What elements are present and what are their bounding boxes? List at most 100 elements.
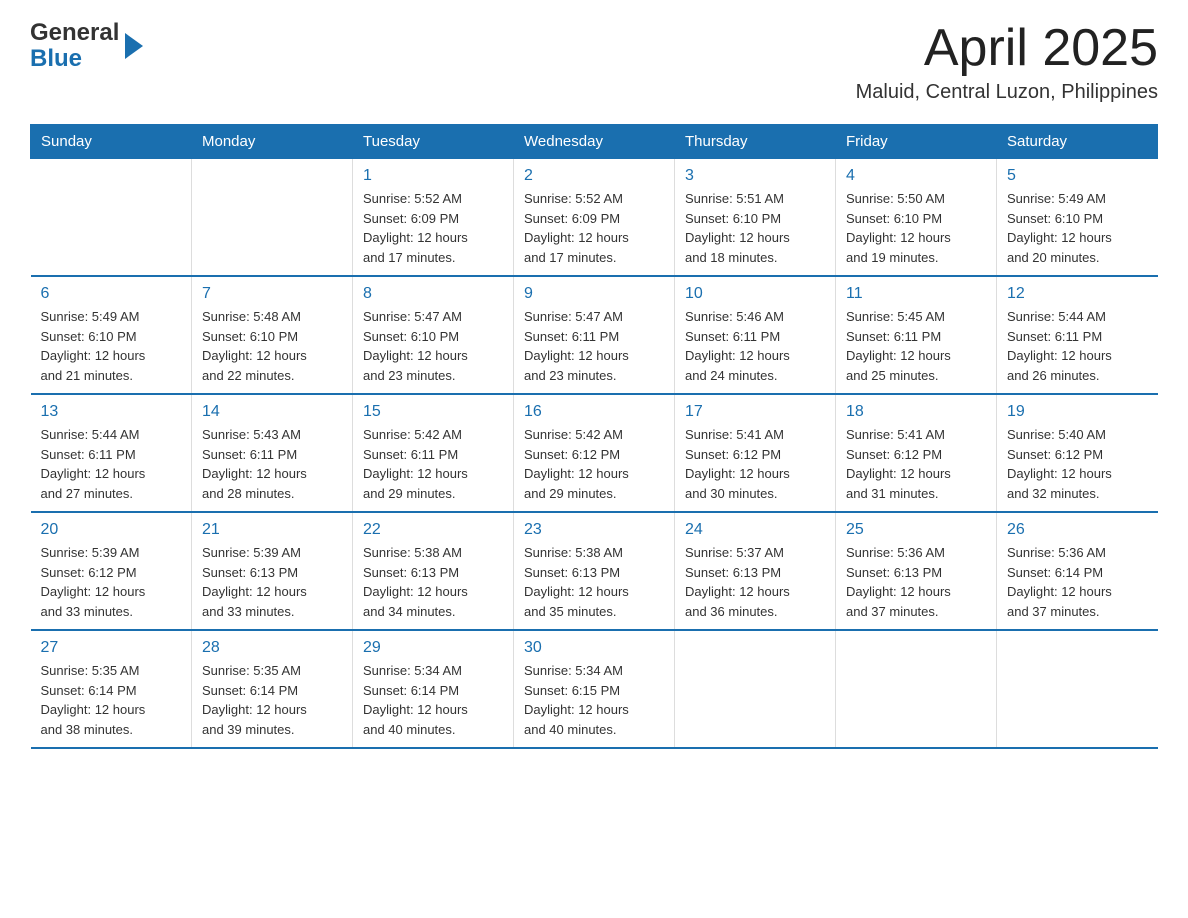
day-info: Sunrise: 5:49 AM Sunset: 6:10 PM Dayligh… xyxy=(1007,189,1148,267)
day-info: Sunrise: 5:39 AM Sunset: 6:13 PM Dayligh… xyxy=(202,543,342,621)
calendar-cell: 26Sunrise: 5:36 AM Sunset: 6:14 PM Dayli… xyxy=(997,512,1158,630)
calendar-cell: 1Sunrise: 5:52 AM Sunset: 6:09 PM Daylig… xyxy=(353,159,514,277)
day-info: Sunrise: 5:47 AM Sunset: 6:10 PM Dayligh… xyxy=(363,307,503,385)
day-number: 25 xyxy=(846,521,986,539)
calendar-cell xyxy=(997,630,1158,748)
day-info: Sunrise: 5:38 AM Sunset: 6:13 PM Dayligh… xyxy=(524,543,664,621)
day-of-week-thursday: Thursday xyxy=(675,125,836,159)
logo: General Blue xyxy=(30,20,143,73)
calendar-week-1: 1Sunrise: 5:52 AM Sunset: 6:09 PM Daylig… xyxy=(31,159,1158,277)
calendar-cell: 9 Sunrise: 5:47 AM Sunset: 6:11 PM Daylig… xyxy=(514,276,675,394)
day-of-week-tuesday: Tuesday xyxy=(353,125,514,159)
day-number: 21 xyxy=(202,521,342,539)
day-number: 19 xyxy=(1007,403,1148,421)
calendar-cell: 8 Sunrise: 5:47 AM Sunset: 6:10 PM Daylig… xyxy=(353,276,514,394)
day-info: Sunrise: 5:46 AM Sunset: 6:11 PM Dayligh… xyxy=(685,307,825,385)
day-of-week-saturday: Saturday xyxy=(997,125,1158,159)
calendar-cell: 5 Sunrise: 5:49 AM Sunset: 6:10 PM Daylig… xyxy=(997,159,1158,277)
calendar-cell: 18 Sunrise: 5:41 AM Sunset: 6:12 PM Dayli… xyxy=(836,394,997,512)
calendar-cell xyxy=(31,159,192,277)
day-number: 12 xyxy=(1007,285,1148,303)
day-info: Sunrise: 5:38 AM Sunset: 6:13 PM Dayligh… xyxy=(363,543,503,621)
day-info: Sunrise: 5:52 AM Sunset: 6:09 PM Dayligh… xyxy=(524,189,664,267)
calendar-cell: 19 Sunrise: 5:40 AM Sunset: 6:12 PM Dayli… xyxy=(997,394,1158,512)
days-of-week-row: SundayMondayTuesdayWednesdayThursdayFrid… xyxy=(31,125,1158,159)
calendar-table: SundayMondayTuesdayWednesdayThursdayFrid… xyxy=(30,124,1158,749)
day-number: 3 xyxy=(685,167,825,185)
calendar-cell: 12 Sunrise: 5:44 AM Sunset: 6:11 PM Dayli… xyxy=(997,276,1158,394)
day-number: 29 xyxy=(363,639,503,657)
calendar-subtitle: Maluid, Central Luzon, Philippines xyxy=(856,81,1158,104)
calendar-cell: 3 Sunrise: 5:51 AM Sunset: 6:10 PM Daylig… xyxy=(675,159,836,277)
day-info: Sunrise: 5:41 AM Sunset: 6:12 PM Dayligh… xyxy=(685,425,825,503)
calendar-cell: 21 Sunrise: 5:39 AM Sunset: 6:13 PM Dayli… xyxy=(192,512,353,630)
calendar-title: April 2025 xyxy=(856,20,1158,77)
calendar-cell: 29 Sunrise: 5:34 AM Sunset: 6:14 PM Dayli… xyxy=(353,630,514,748)
day-info: Sunrise: 5:49 AM Sunset: 6:10 PM Dayligh… xyxy=(41,307,182,385)
calendar-week-5: 27Sunrise: 5:35 AM Sunset: 6:14 PM Dayli… xyxy=(31,630,1158,748)
calendar-cell: 30 Sunrise: 5:34 AM Sunset: 6:15 PM Dayli… xyxy=(514,630,675,748)
day-info: Sunrise: 5:36 AM Sunset: 6:14 PM Dayligh… xyxy=(1007,543,1148,621)
day-number: 17 xyxy=(685,403,825,421)
day-info: Sunrise: 5:34 AM Sunset: 6:14 PM Dayligh… xyxy=(363,661,503,739)
calendar-cell: 15 Sunrise: 5:42 AM Sunset: 6:11 PM Dayli… xyxy=(353,394,514,512)
day-info: Sunrise: 5:44 AM Sunset: 6:11 PM Dayligh… xyxy=(1007,307,1148,385)
calendar-week-2: 6 Sunrise: 5:49 AM Sunset: 6:10 PM Daylig… xyxy=(31,276,1158,394)
day-info: Sunrise: 5:51 AM Sunset: 6:10 PM Dayligh… xyxy=(685,189,825,267)
day-info: Sunrise: 5:41 AM Sunset: 6:12 PM Dayligh… xyxy=(846,425,986,503)
day-number: 6 xyxy=(41,285,182,303)
day-number: 2 xyxy=(524,167,664,185)
day-of-week-sunday: Sunday xyxy=(31,125,192,159)
calendar-cell: 14Sunrise: 5:43 AM Sunset: 6:11 PM Dayli… xyxy=(192,394,353,512)
logo-triangle-icon xyxy=(125,33,143,64)
day-number: 18 xyxy=(846,403,986,421)
day-info: Sunrise: 5:40 AM Sunset: 6:12 PM Dayligh… xyxy=(1007,425,1148,503)
day-number: 16 xyxy=(524,403,664,421)
day-number: 10 xyxy=(685,285,825,303)
day-info: Sunrise: 5:39 AM Sunset: 6:12 PM Dayligh… xyxy=(41,543,182,621)
day-info: Sunrise: 5:42 AM Sunset: 6:11 PM Dayligh… xyxy=(363,425,503,503)
day-number: 23 xyxy=(524,521,664,539)
day-info: Sunrise: 5:42 AM Sunset: 6:12 PM Dayligh… xyxy=(524,425,664,503)
day-number: 7 xyxy=(202,285,342,303)
calendar-week-4: 20Sunrise: 5:39 AM Sunset: 6:12 PM Dayli… xyxy=(31,512,1158,630)
day-number: 5 xyxy=(1007,167,1148,185)
title-block: April 2025 Maluid, Central Luzon, Philip… xyxy=(856,20,1158,104)
day-number: 8 xyxy=(363,285,503,303)
calendar-cell: 23 Sunrise: 5:38 AM Sunset: 6:13 PM Dayli… xyxy=(514,512,675,630)
calendar-cell: 13 Sunrise: 5:44 AM Sunset: 6:11 PM Dayli… xyxy=(31,394,192,512)
calendar-cell: 11 Sunrise: 5:45 AM Sunset: 6:11 PM Dayli… xyxy=(836,276,997,394)
calendar-cell: 24Sunrise: 5:37 AM Sunset: 6:13 PM Dayli… xyxy=(675,512,836,630)
calendar-cell: 22 Sunrise: 5:38 AM Sunset: 6:13 PM Dayli… xyxy=(353,512,514,630)
day-info: Sunrise: 5:34 AM Sunset: 6:15 PM Dayligh… xyxy=(524,661,664,739)
day-info: Sunrise: 5:44 AM Sunset: 6:11 PM Dayligh… xyxy=(41,425,182,503)
day-number: 30 xyxy=(524,639,664,657)
day-info: Sunrise: 5:45 AM Sunset: 6:11 PM Dayligh… xyxy=(846,307,986,385)
page-header: General Blue April 2025 Maluid, Central … xyxy=(30,20,1158,104)
day-of-week-wednesday: Wednesday xyxy=(514,125,675,159)
day-info: Sunrise: 5:47 AM Sunset: 6:11 PM Dayligh… xyxy=(524,307,664,385)
day-info: Sunrise: 5:50 AM Sunset: 6:10 PM Dayligh… xyxy=(846,189,986,267)
day-info: Sunrise: 5:35 AM Sunset: 6:14 PM Dayligh… xyxy=(202,661,342,739)
day-number: 24 xyxy=(685,521,825,539)
calendar-cell xyxy=(192,159,353,277)
calendar-cell: 17 Sunrise: 5:41 AM Sunset: 6:12 PM Dayli… xyxy=(675,394,836,512)
day-number: 28 xyxy=(202,639,342,657)
day-number: 15 xyxy=(363,403,503,421)
calendar-week-3: 13 Sunrise: 5:44 AM Sunset: 6:11 PM Dayli… xyxy=(31,394,1158,512)
logo-blue-text: Blue xyxy=(30,46,119,72)
calendar-cell xyxy=(675,630,836,748)
calendar-header: SundayMondayTuesdayWednesdayThursdayFrid… xyxy=(31,125,1158,159)
day-info: Sunrise: 5:35 AM Sunset: 6:14 PM Dayligh… xyxy=(41,661,182,739)
day-number: 22 xyxy=(363,521,503,539)
day-info: Sunrise: 5:48 AM Sunset: 6:10 PM Dayligh… xyxy=(202,307,342,385)
calendar-cell: 25Sunrise: 5:36 AM Sunset: 6:13 PM Dayli… xyxy=(836,512,997,630)
day-number: 4 xyxy=(846,167,986,185)
day-number: 13 xyxy=(41,403,182,421)
day-number: 9 xyxy=(524,285,664,303)
calendar-cell: 4 Sunrise: 5:50 AM Sunset: 6:10 PM Daylig… xyxy=(836,159,997,277)
day-number: 11 xyxy=(846,285,986,303)
day-info: Sunrise: 5:52 AM Sunset: 6:09 PM Dayligh… xyxy=(363,189,503,267)
calendar-cell: 6 Sunrise: 5:49 AM Sunset: 6:10 PM Daylig… xyxy=(31,276,192,394)
calendar-cell xyxy=(836,630,997,748)
